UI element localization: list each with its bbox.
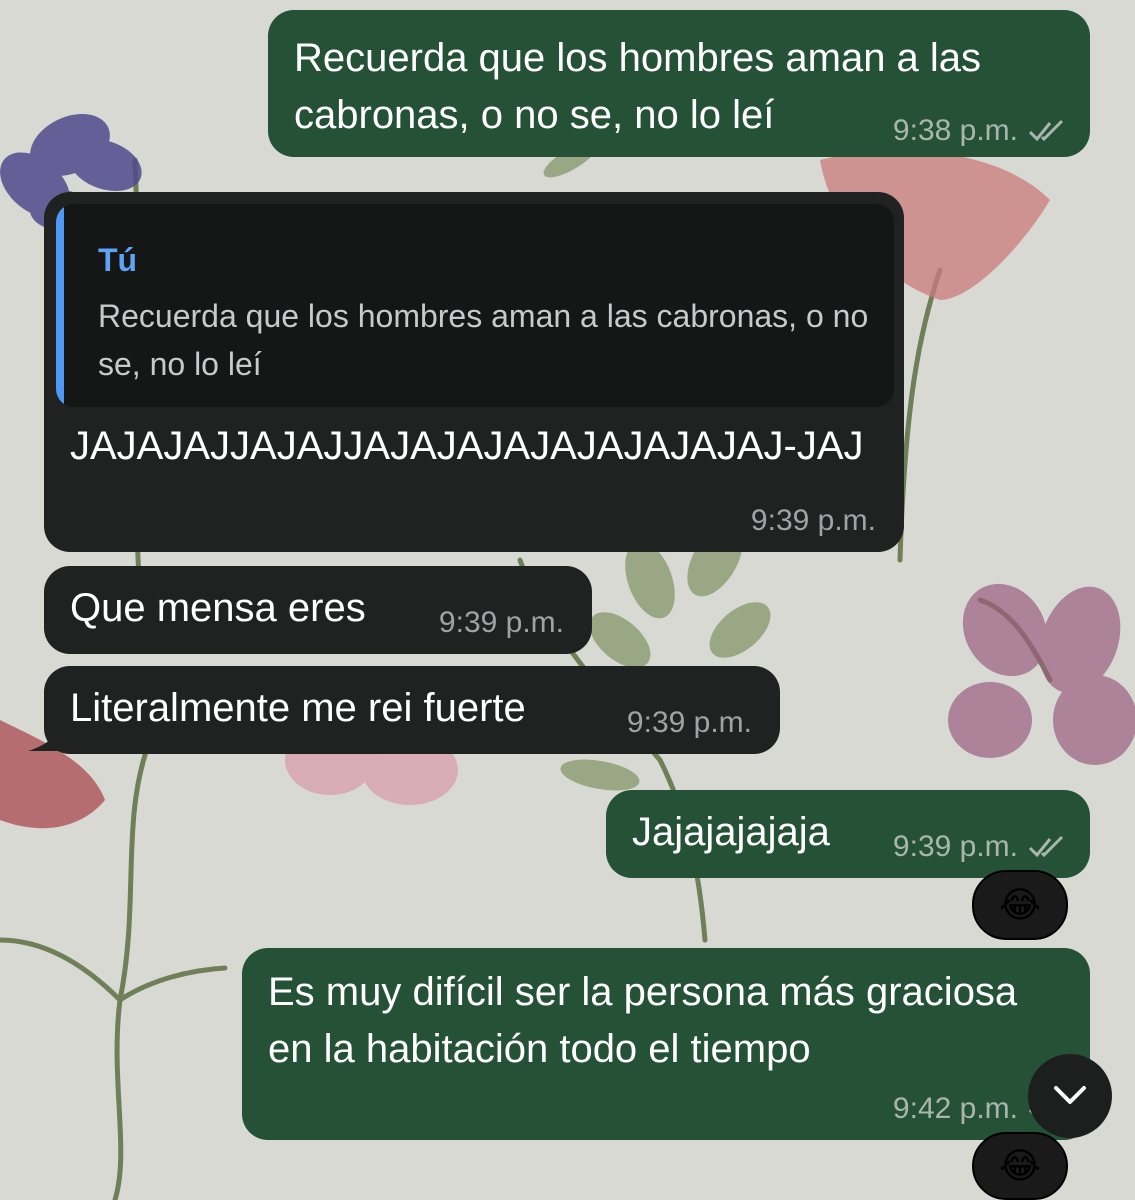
chevron-down-icon xyxy=(1054,1086,1086,1104)
double-check-icon xyxy=(1028,119,1064,142)
message-meta: 9:39 p.m. xyxy=(751,504,876,538)
reaction-badge[interactable]: 😂 xyxy=(972,1132,1068,1200)
outgoing-message[interactable]: Jajajajajaja 9:39 p.m. xyxy=(606,790,1090,878)
message-meta: 9:39 p.m. xyxy=(627,706,752,740)
scroll-down-button[interactable] xyxy=(1028,1054,1112,1138)
message-text: Jajajajajaja xyxy=(632,810,830,854)
message-text: Literalmente me rei fuerte xyxy=(70,686,526,730)
reaction-badge[interactable]: 😂 xyxy=(972,870,1068,940)
message-meta: 9:39 p.m. xyxy=(893,830,1066,864)
message-time: 9:39 p.m. xyxy=(892,830,1018,863)
outgoing-message[interactable]: Recuerda que los hombres aman a las cabr… xyxy=(268,10,1090,157)
message-time: 9:39 p.m. xyxy=(438,606,564,639)
message-time: 9:38 p.m. xyxy=(892,114,1018,147)
message-meta: 9:38 p.m. xyxy=(893,114,1066,148)
reply-quote[interactable]: Tú Recuerda que los hombres aman a las c… xyxy=(56,204,894,407)
quote-bar xyxy=(56,204,64,407)
message-time: 9:39 p.m. xyxy=(750,504,876,537)
incoming-message[interactable]: Tú Recuerda que los hombres aman a las c… xyxy=(44,192,904,552)
message-time: 9:42 p.m. xyxy=(892,1092,1018,1125)
message-text: Es muy difícil ser la persona más gracio… xyxy=(268,970,1029,1071)
incoming-message[interactable]: Que mensa eres 9:39 p.m. xyxy=(44,566,592,654)
quote-text: Recuerda que los hombres aman a las cabr… xyxy=(98,298,869,382)
double-check-icon xyxy=(1028,835,1064,858)
incoming-message[interactable]: Literalmente me rei fuerte 9:39 p.m. xyxy=(44,666,780,754)
message-meta: 9:39 p.m. xyxy=(439,606,564,640)
message-time: 9:39 p.m. xyxy=(626,706,752,739)
message-text: Que mensa eres xyxy=(70,586,366,630)
message-text: JAJAJAJJAJAJJAJAJAJAJAJAJAJAJAJ-JAJ xyxy=(70,424,864,468)
quote-author: Tú xyxy=(98,242,138,278)
outgoing-message[interactable]: Es muy difícil ser la persona más gracio… xyxy=(242,948,1090,1140)
